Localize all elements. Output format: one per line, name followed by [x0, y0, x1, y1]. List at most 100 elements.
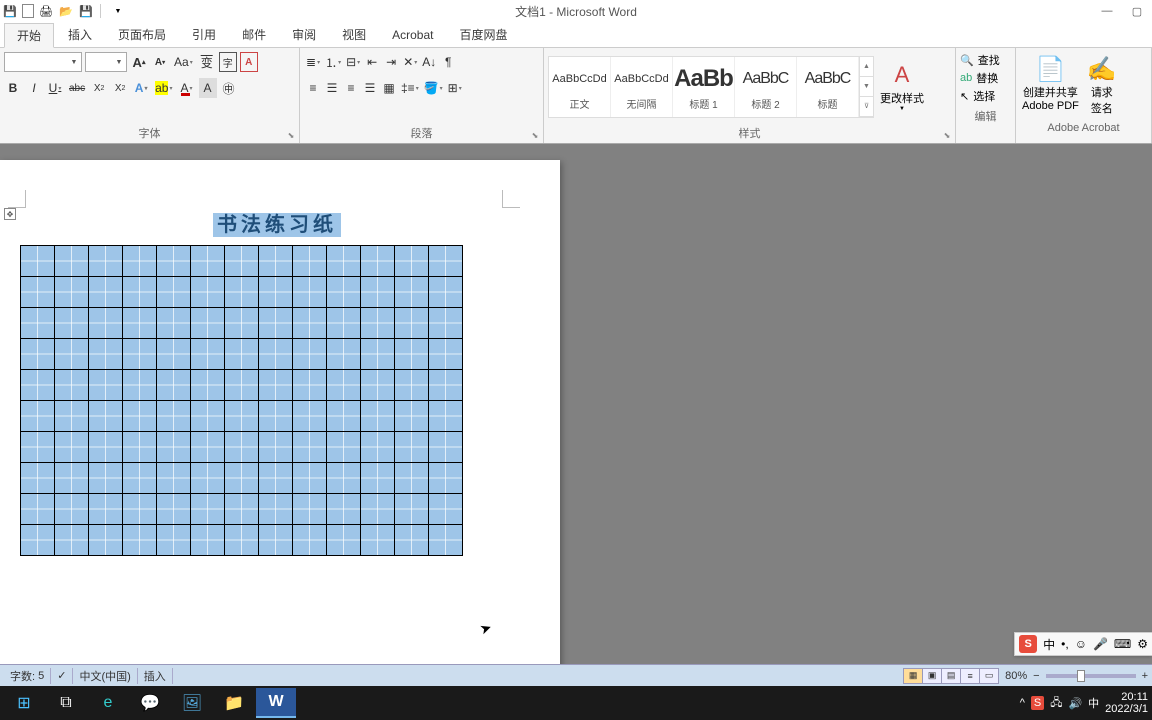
zoom-in-button[interactable]: + — [1142, 670, 1148, 682]
start-button[interactable]: ⊞ — [4, 688, 44, 718]
grid-cell[interactable] — [429, 463, 463, 494]
wechat-icon[interactable]: 💬 — [130, 688, 170, 718]
grid-cell[interactable] — [395, 463, 429, 494]
grid-cell[interactable] — [225, 525, 259, 556]
ime-toolbar[interactable]: S 中 •, ☺ 🎤 ⌨ ⚙ — [1014, 632, 1152, 656]
grid-cell[interactable] — [361, 401, 395, 432]
grid-cell[interactable] — [89, 525, 123, 556]
tab-references[interactable]: 引用 — [180, 23, 228, 46]
grid-cell[interactable] — [191, 401, 225, 432]
grid-cell[interactable] — [429, 308, 463, 339]
grid-cell[interactable] — [293, 308, 327, 339]
grid-cell[interactable] — [225, 463, 259, 494]
phonetic-guide-button[interactable]: 变 — [198, 52, 216, 72]
grid-cell[interactable] — [429, 246, 463, 277]
grid-cell[interactable] — [429, 277, 463, 308]
multilevel-button[interactable]: ⊟▾ — [344, 52, 362, 72]
style-title[interactable]: AaBbC标题 — [797, 57, 859, 117]
grid-cell[interactable] — [225, 308, 259, 339]
decrease-indent-button[interactable]: ⇤ — [363, 52, 381, 72]
style-normal[interactable]: AaBbCcDd正文 — [549, 57, 611, 117]
grid-cell[interactable] — [395, 432, 429, 463]
style-heading1[interactable]: AaBb标题 1 — [673, 57, 735, 117]
grid-cell[interactable] — [55, 494, 89, 525]
zoom-slider[interactable] — [1046, 674, 1136, 678]
grid-cell[interactable] — [361, 463, 395, 494]
borders-button[interactable]: ⊞▾ — [446, 78, 464, 98]
grid-cell[interactable] — [395, 277, 429, 308]
grid-cell[interactable] — [157, 525, 191, 556]
grid-cell[interactable] — [259, 370, 293, 401]
tab-insert[interactable]: 插入 — [56, 23, 104, 46]
zoom-out-button[interactable]: − — [1033, 670, 1039, 682]
justify-button[interactable]: ☰ — [361, 78, 379, 98]
grid-cell[interactable] — [361, 246, 395, 277]
enclose-char-button[interactable]: ㊥ — [220, 78, 238, 98]
grid-cell[interactable] — [191, 370, 225, 401]
grid-cell[interactable] — [123, 494, 157, 525]
grid-cell[interactable] — [191, 432, 225, 463]
grid-cell[interactable] — [89, 277, 123, 308]
grid-cell[interactable] — [89, 432, 123, 463]
gallery-scroll[interactable]: ▲▼⊽ — [859, 57, 873, 117]
grid-cell[interactable] — [293, 370, 327, 401]
ime-settings-icon[interactable]: ⚙ — [1137, 637, 1148, 651]
task-view-button[interactable]: ⧉ — [46, 688, 86, 718]
subscript-button[interactable]: X2 — [90, 78, 108, 98]
grid-cell[interactable] — [157, 370, 191, 401]
grid-cell[interactable] — [259, 401, 293, 432]
tab-review[interactable]: 审阅 — [280, 23, 328, 46]
grid-cell[interactable] — [157, 463, 191, 494]
change-styles-button[interactable]: A 更改样式 ▼ — [880, 62, 924, 112]
grid-cell[interactable] — [21, 370, 55, 401]
grid-cell[interactable] — [55, 370, 89, 401]
grid-cell[interactable] — [55, 246, 89, 277]
network-icon[interactable]: 🖧 — [1050, 694, 1062, 713]
explorer-icon[interactable]: 📁 — [214, 688, 254, 718]
underline-button[interactable]: U▾ — [46, 78, 64, 98]
spell-check-icon[interactable]: ✓ — [51, 668, 73, 684]
grid-cell[interactable] — [395, 339, 429, 370]
grid-cell[interactable] — [361, 277, 395, 308]
line-spacing-button[interactable]: ‡≡▾ — [399, 78, 421, 98]
language-status[interactable]: 中文(中国) — [73, 668, 137, 684]
ime-lang[interactable]: 中 — [1043, 636, 1055, 653]
grid-cell[interactable] — [395, 370, 429, 401]
para-launcher-icon[interactable]: ⬊ — [529, 129, 541, 141]
minimize-button[interactable]: — — [1092, 0, 1122, 22]
grid-cell[interactable] — [55, 525, 89, 556]
grid-cell[interactable] — [55, 339, 89, 370]
grid-cell[interactable] — [89, 463, 123, 494]
grid-cell[interactable] — [259, 308, 293, 339]
grid-cell[interactable] — [395, 401, 429, 432]
grid-cell[interactable] — [89, 494, 123, 525]
sort-button[interactable]: A↓ — [420, 52, 438, 72]
grid-cell[interactable] — [361, 525, 395, 556]
grid-cell[interactable] — [429, 525, 463, 556]
char-shading-button[interactable]: A — [199, 78, 217, 98]
grid-cell[interactable] — [225, 401, 259, 432]
grid-cell[interactable] — [55, 401, 89, 432]
grid-cell[interactable] — [293, 401, 327, 432]
grid-cell[interactable] — [123, 401, 157, 432]
ime-mic-icon[interactable]: 🎤 — [1093, 637, 1108, 651]
tray-expand-icon[interactable]: ^ — [1020, 697, 1025, 709]
grid-cell[interactable] — [191, 494, 225, 525]
grid-cell[interactable] — [429, 370, 463, 401]
web-view[interactable]: ▤ — [941, 668, 961, 684]
change-case-button[interactable]: Aa▾ — [172, 52, 195, 72]
grid-cell[interactable] — [21, 494, 55, 525]
align-center-button[interactable]: ☰ — [323, 78, 341, 98]
grid-cell[interactable] — [157, 308, 191, 339]
open-icon[interactable]: 📂 — [58, 3, 74, 19]
styles-launcher-icon[interactable]: ⬊ — [941, 129, 953, 141]
grid-cell[interactable] — [21, 246, 55, 277]
grid-cell[interactable] — [123, 308, 157, 339]
volume-icon[interactable]: 🔊 — [1068, 697, 1082, 710]
print-layout-view[interactable]: ▦ — [903, 668, 923, 684]
grid-cell[interactable] — [191, 463, 225, 494]
grid-cell[interactable] — [327, 494, 361, 525]
grid-cell[interactable] — [157, 401, 191, 432]
grid-cell[interactable] — [55, 277, 89, 308]
grid-cell[interactable] — [89, 370, 123, 401]
